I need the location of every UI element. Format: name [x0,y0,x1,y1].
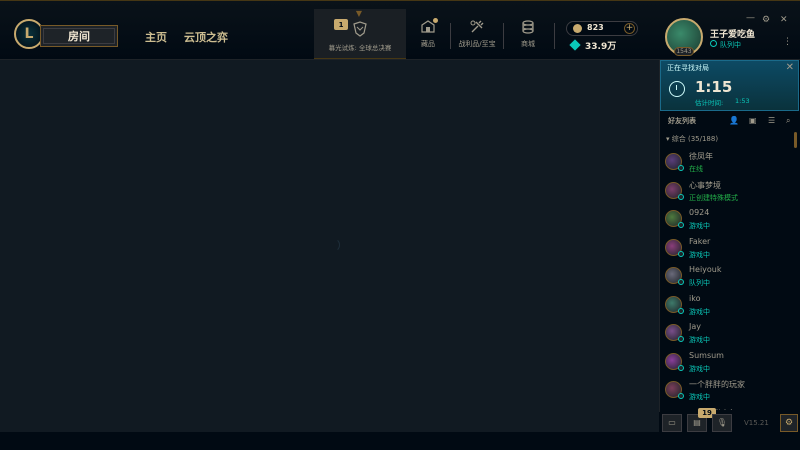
friend-row[interactable]: iko 游戏中 [663,291,794,319]
friend-row[interactable]: 心事梦境正创建特殊模式 [663,177,794,205]
minimize-button[interactable]: — [746,13,755,23]
friend-name: iko [689,293,701,303]
event-badge: 1 [334,19,348,30]
friends-list: 徐凤年在线心事梦境正创建特殊模式 0924 游戏中 Faker 游戏中 Heiyouk 队列… [663,148,794,410]
friend-name: 徐凤年 [689,152,713,161]
friend-status-dot [678,165,684,171]
close-button[interactable]: ✕ [780,15,788,25]
store-icon [522,20,534,34]
friend-status-dot [678,250,684,257]
divider [554,23,555,49]
folder-icon[interactable]: ▣ [749,116,757,125]
friend-status: 在线 [689,165,703,173]
microphone-icon[interactable]: 🎙 [712,414,732,432]
player-name[interactable]: 王子爱吃鱼 [710,27,755,40]
support-icon[interactable]: ⚙ [780,414,798,432]
loading-spinner-icon [326,238,340,252]
divider [503,23,504,49]
friend-status-dot [678,364,684,371]
nav-tft[interactable]: 云顶之弈 [184,29,228,45]
more-options-icon[interactable]: ⋮ [783,37,792,47]
friend-status: 队列中 [689,279,710,287]
friend-status-dot [678,393,684,399]
friend-row[interactable]: 一梦须当人年 [663,405,794,410]
scrollbar[interactable] [794,132,797,148]
queue-timer: 1:15 [695,78,733,96]
friend-name: 心事梦境 [689,180,721,190]
friend-row[interactable]: Faker 游戏中 [663,234,794,262]
search-icon[interactable]: ⌕ [786,116,790,126]
friend-status-dot [678,222,684,228]
level-badge: 1543 [674,47,694,56]
notification-dot [433,18,438,23]
queue-status-box[interactable]: 正在寻找对局 ✕ 1:15 估计时间: 1:53 [660,60,799,111]
loot-button[interactable]: 战利品/至宝 [457,19,497,53]
friend-status: 游戏中 [689,364,710,373]
friend-name: Sumsum [689,350,724,360]
friend-status: 游戏中 [689,222,710,230]
friend-group-header[interactable]: ▾ 综合 (35/188) [666,134,718,144]
friend-row[interactable]: 徐凤年 在线 [663,148,794,176]
list-view-icon[interactable]: ☰ [768,116,775,125]
friend-row[interactable]: Jay 游戏中 [663,319,794,347]
friend-status-dot [678,279,684,285]
friend-status-dot [678,336,684,342]
friend-name: Jay [689,322,701,331]
friend-name: 0924 [689,208,710,217]
store-button[interactable]: 商城 [508,19,548,53]
friend-status: 游戏中 [689,336,710,344]
store-label: 商城 [521,40,535,48]
collection-label: 藏品 [421,40,435,48]
friend-status: 游戏中 [689,393,710,401]
settings-gear-icon[interactable]: ⚙ [762,15,770,25]
rp-balance[interactable]: 823 + [566,21,638,36]
friend-row[interactable]: 一个胖胖的玩家 游戏中 [663,376,794,404]
chat-icon[interactable]: ▭ [662,414,682,432]
queue-title: 正在寻找对局 [667,64,709,72]
add-friend-icon[interactable]: 👤 [729,116,739,125]
divider [450,23,451,49]
event-crest-icon [353,21,367,37]
be-value: 33.9万 [585,42,617,52]
nav-home[interactable]: 主页 [145,29,167,45]
loot-label: 战利品/至宝 [458,40,496,48]
friend-status-dot [678,193,684,200]
friend-name: 一个胖胖的玩家 [689,380,745,389]
friend-status: 正创建特殊模式 [689,193,738,202]
friend-avatar [665,409,682,410]
estimated-time-value: 1:53 [735,97,750,105]
collection-button[interactable]: 藏品 [408,18,448,53]
friend-row[interactable]: Heiyouk 队列中 [663,262,794,290]
timer-icon [669,81,685,97]
event-tab[interactable]: ▼ 1 幕光试炼: 全球总决赛 [314,9,406,59]
friend-name: Faker [689,236,711,246]
friend-row[interactable]: 0924 游戏中 [663,205,794,233]
loot-icon [470,20,484,33]
version-label: V15.21 [744,419,769,427]
player-status: 队列中 [710,40,741,50]
friends-list-title: 好友列表 [668,117,696,125]
main-content [0,60,659,432]
rp-value: 823 [587,23,604,32]
cancel-queue-button[interactable]: ✕ [786,62,794,73]
rp-icon [573,24,582,33]
social-bottom-bar: ▭ ▤ 19 🎙 V15.21 ⚙ [659,408,800,432]
add-rp-button[interactable]: + [624,23,635,34]
friend-name: Heiyouk [689,265,722,274]
caret-down-icon: ▼ [355,9,363,18]
friend-status: 游戏中 [689,307,710,316]
estimated-time-label: 估计时间: [695,99,724,107]
room-button[interactable]: 房间 [40,25,118,47]
bottom-strip [0,432,800,450]
friend-status: 游戏中 [689,250,710,259]
friend-status-dot [678,307,684,314]
event-label: 幕光试炼: 全球总决赛 [328,44,392,52]
blue-essence-icon [569,39,581,51]
top-bar: L 房间 主页 云顶之弈 ▼ 1 幕光试炼: 全球总决赛 藏品 战利品/至宝 商… [0,0,800,60]
friend-row[interactable]: Sumsum 游戏中 [663,348,794,376]
